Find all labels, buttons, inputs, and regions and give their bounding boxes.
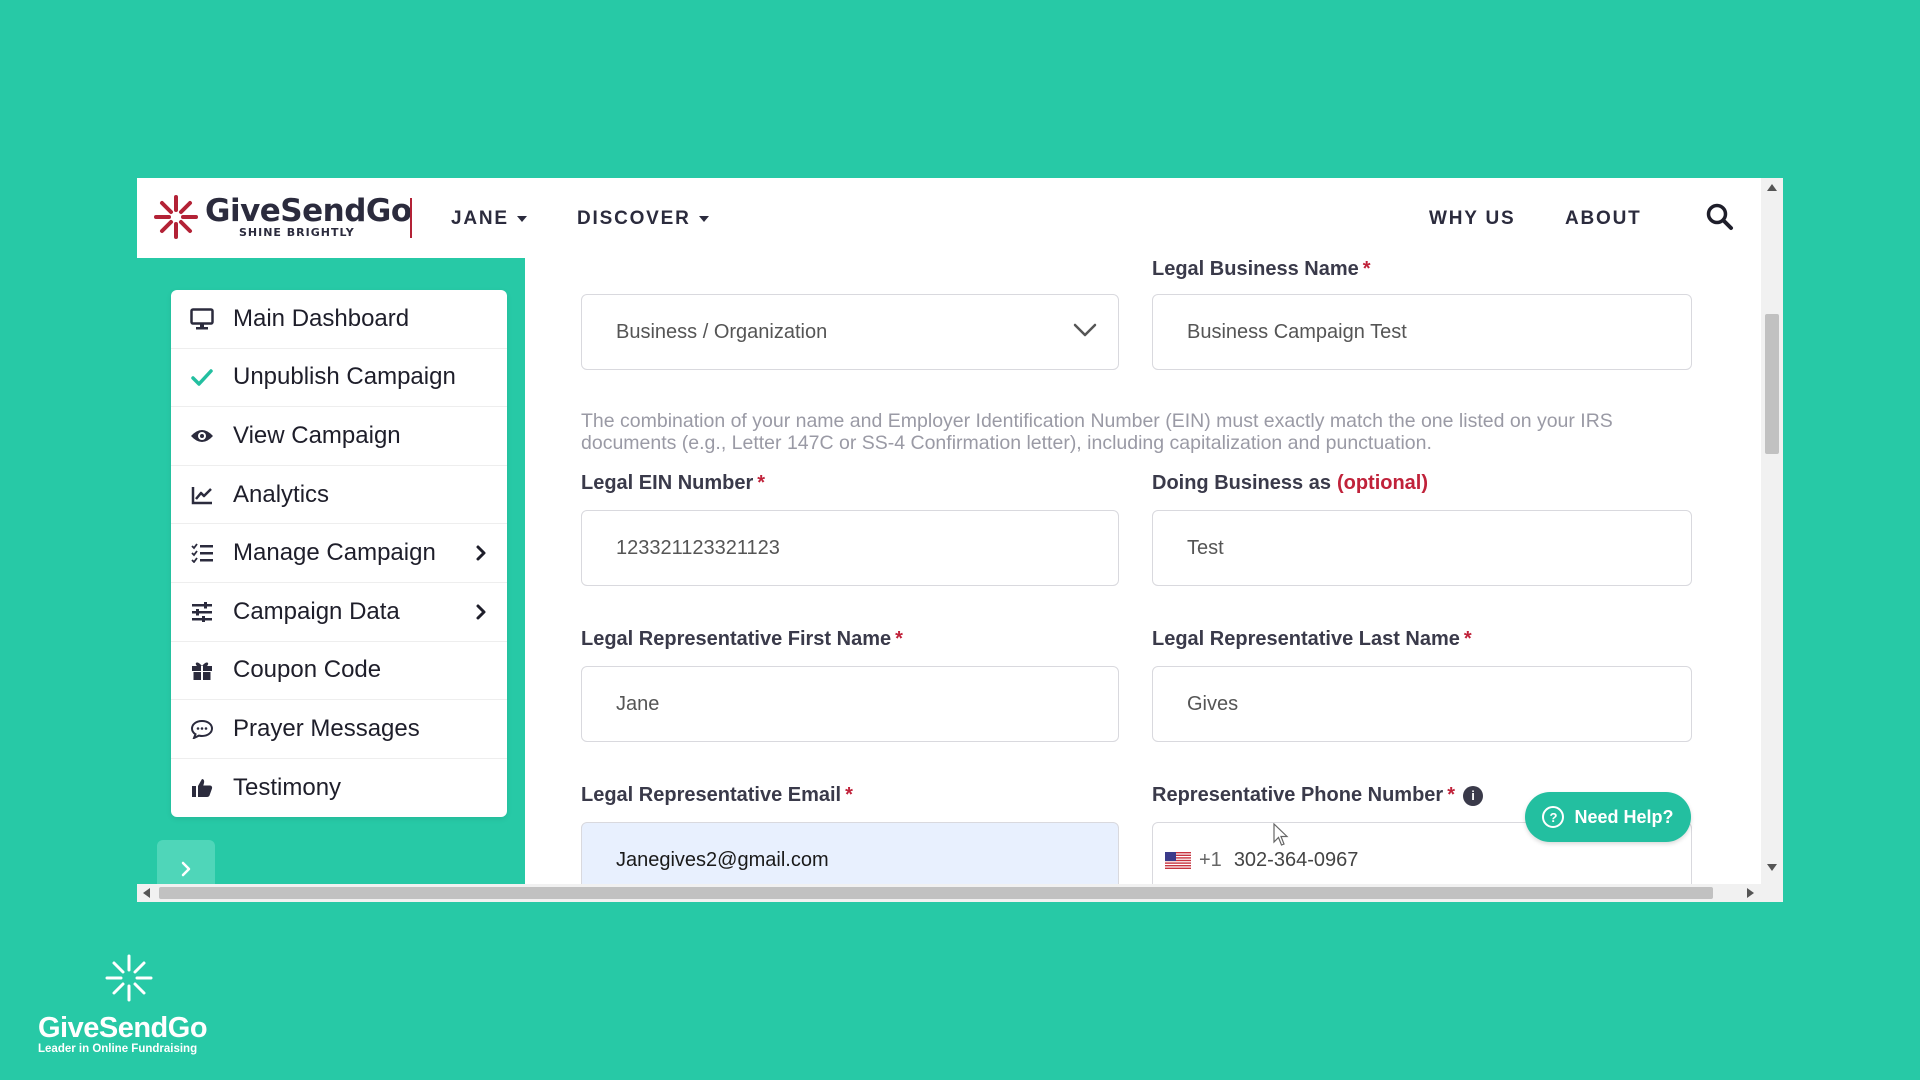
legal-business-name-value: Business Campaign Test (1187, 320, 1407, 343)
nav-why-us[interactable]: WHY US (1429, 208, 1515, 230)
scroll-down-arrow-icon[interactable] (1767, 864, 1777, 871)
gift-icon (189, 659, 215, 681)
sidebar-item-label: View Campaign (233, 421, 401, 449)
brand-name: GiveSendGo (205, 193, 412, 229)
nav-about[interactable]: ABOUT (1565, 208, 1642, 230)
chevron-down-icon (1073, 323, 1097, 337)
monitor-icon (189, 308, 215, 330)
dba-label: Doing Business as (optional) (1152, 472, 1429, 494)
sidebar-item-analytics[interactable]: Analytics (171, 466, 507, 525)
sidebar: Main Dashboard Unpublish Campaign View C… (137, 258, 525, 902)
sidebar-item-campaign-data[interactable]: Campaign Data (171, 583, 507, 642)
sidebar-item-label: Analytics (233, 480, 330, 508)
dba-input[interactable]: Test (1152, 510, 1692, 586)
chevron-right-icon (476, 604, 486, 620)
country-code-selector[interactable]: +1 (1165, 849, 1222, 872)
sidebar-item-label: Unpublish Campaign (233, 363, 456, 391)
vertical-scrollbar[interactable] (1761, 178, 1783, 884)
nav-user-label: JANE (451, 208, 509, 229)
need-help-button[interactable]: ? Need Help? (1525, 792, 1691, 842)
email-label: Legal Representative Email * (581, 784, 853, 806)
top-navbar: GiveSendGo SHINE BRIGHTLY JANE DISCOVER … (137, 178, 1761, 258)
email-value: Janegives2@gmail.com (616, 848, 829, 871)
watermark-tagline: Leader in Online Fundraising (38, 1043, 198, 1055)
entity-type-value: Business / Organization (616, 320, 828, 343)
eye-icon (189, 425, 215, 447)
list-check-icon (189, 542, 215, 564)
scroll-left-arrow-icon[interactable] (143, 888, 150, 898)
sidebar-item-label: Manage Campaign (233, 539, 436, 567)
ein-label: Legal EIN Number * (581, 472, 766, 494)
sidebar-item-label: Campaign Data (233, 597, 400, 625)
watermark-logo: GiveSendGo Leader in Online Fundraising (38, 953, 218, 1055)
scroll-right-arrow-icon[interactable] (1747, 888, 1754, 898)
phone-label: Representative Phone Number * i (1152, 784, 1483, 807)
last-name-value: Gives (1187, 692, 1239, 715)
last-name-input[interactable]: Gives (1152, 666, 1692, 742)
nav-about-label: ABOUT (1565, 208, 1642, 229)
sliders-icon (189, 601, 215, 623)
first-name-label: Legal Representative First Name * (581, 628, 903, 650)
dba-value: Test (1187, 536, 1224, 559)
starburst-logo-icon (154, 195, 198, 239)
starburst-logo-icon (105, 954, 153, 1002)
chevron-right-icon (476, 545, 486, 561)
sidebar-item-view-campaign[interactable]: View Campaign (171, 407, 507, 466)
nav-why-us-label: WHY US (1429, 208, 1516, 229)
phone-value: 302-364-0967 (1233, 848, 1359, 871)
logo-divider (410, 198, 412, 238)
sidebar-item-label: Testimony (233, 774, 342, 802)
browser-window: GiveSendGo SHINE BRIGHTLY JANE DISCOVER … (137, 178, 1783, 902)
brand-logo[interactable]: GiveSendGo SHINE BRIGHTLY (153, 194, 412, 240)
need-help-label: Need Help? (1574, 806, 1674, 827)
nav-discover-label: DISCOVER (577, 208, 691, 229)
caret-down-icon (698, 215, 709, 222)
sidebar-item-main-dashboard[interactable]: Main Dashboard (171, 290, 507, 349)
horizontal-scrollbar[interactable] (137, 884, 1783, 902)
caret-down-icon (516, 215, 527, 222)
scroll-up-arrow-icon[interactable] (1767, 184, 1777, 191)
nav-discover-dropdown[interactable]: DISCOVER (577, 208, 709, 230)
first-name-input[interactable]: Jane (581, 666, 1119, 742)
search-icon[interactable] (1705, 202, 1735, 232)
us-flag-icon (1165, 851, 1191, 869)
ein-input[interactable]: 123321123321123 (581, 510, 1119, 586)
campaign-form: Business / Organization Legal Business N… (525, 258, 1761, 902)
sidebar-item-prayer-messages[interactable]: Prayer Messages (171, 700, 507, 759)
chevron-right-icon (181, 861, 191, 877)
country-code: +1 (1199, 848, 1222, 871)
ein-help-note: The combination of your name and Employe… (581, 410, 1613, 454)
sidebar-menu: Main Dashboard Unpublish Campaign View C… (171, 290, 507, 818)
chat-bubble-icon (189, 718, 215, 740)
sidebar-item-coupon-code[interactable]: Coupon Code (171, 642, 507, 701)
mouse-cursor-icon (1273, 823, 1289, 846)
sidebar-item-manage-campaign[interactable]: Manage Campaign (171, 524, 507, 583)
first-name-value: Jane (616, 692, 660, 715)
vertical-scroll-thumb[interactable] (1765, 314, 1779, 454)
sidebar-item-label: Prayer Messages (233, 714, 420, 742)
watermark-name: GiveSendGo (38, 1012, 208, 1044)
entity-type-select[interactable]: Business / Organization (581, 294, 1119, 370)
sidebar-item-testimony[interactable]: Testimony (171, 759, 507, 818)
sidebar-item-label: Main Dashboard (233, 304, 410, 332)
info-icon[interactable]: i (1463, 785, 1483, 806)
sidebar-item-label: Coupon Code (233, 656, 382, 684)
nav-user-dropdown[interactable]: JANE (451, 208, 527, 230)
legal-business-name-input[interactable]: Business Campaign Test (1152, 294, 1692, 370)
question-icon: ? (1542, 806, 1565, 828)
thumbs-up-icon (189, 777, 215, 799)
line-chart-icon (189, 484, 215, 506)
sidebar-item-unpublish-campaign[interactable]: Unpublish Campaign (171, 349, 507, 408)
horizontal-scroll-thumb[interactable] (159, 887, 1713, 899)
check-icon (189, 366, 215, 388)
ein-value: 123321123321123 (616, 536, 780, 559)
last-name-label: Legal Representative Last Name * (1152, 628, 1472, 650)
legal-business-name-label: Legal Business Name * (1152, 258, 1371, 280)
optional-tag: (optional) (1336, 472, 1429, 494)
